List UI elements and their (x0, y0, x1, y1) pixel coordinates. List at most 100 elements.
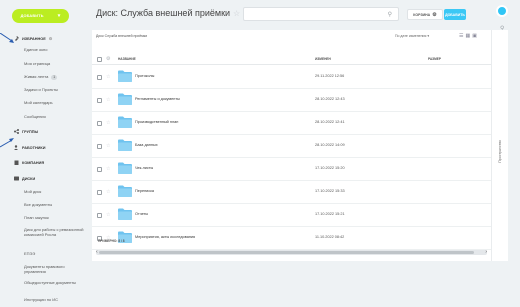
section-groups-label: ГРУППЫ (22, 129, 39, 134)
file-name[interactable]: Протоколы (135, 74, 154, 78)
folder-icon (118, 139, 132, 151)
sidebar-item-label: Живая лента (24, 74, 49, 79)
file-name[interactable]: Мероприятия, акты исследования (135, 235, 195, 239)
row-checkbox[interactable] (97, 98, 102, 103)
select-all-checkbox[interactable] (97, 57, 102, 62)
column-modified[interactable]: ИЗМЕНЕН (315, 57, 331, 61)
row-checkbox[interactable] (97, 213, 102, 218)
folder-icon (118, 162, 132, 174)
modified-date: 29.11.2022 12:56 (315, 74, 345, 78)
star-icon[interactable]: ☆ (106, 120, 110, 126)
section-disks[interactable]: ДИСКИ (14, 176, 35, 181)
star-icon[interactable]: ☆ (106, 74, 110, 80)
column-name[interactable]: НАЗВАНИЕ (118, 57, 136, 61)
star-icon[interactable]: ☆ (106, 97, 110, 103)
section-groups[interactable]: ГРУППЫ (14, 129, 38, 134)
sidebar-item-calendar[interactable]: Мой календарь (24, 100, 53, 105)
sidebar-item-live-feed[interactable]: Живая лента 1 (24, 74, 58, 80)
file-name[interactable]: Переписка (135, 189, 154, 193)
sidebar-item-procurement-plan[interactable]: План закупок (24, 215, 49, 220)
modified-date: 11.10.2022 08:42 (315, 235, 345, 239)
table-row[interactable]: ☆ Отчеты 17.10.2022 15:21 (92, 204, 491, 227)
sidebar-item-legal-docs[interactable]: Документы правового управления (24, 264, 80, 274)
chevron-down-icon: ▾ (57, 13, 61, 19)
row-checkbox[interactable] (97, 144, 102, 149)
star-icon[interactable]: ☆ (233, 9, 240, 18)
row-checkbox[interactable] (97, 75, 102, 80)
view-switcher[interactable]: ☰▦▣ (459, 33, 479, 39)
file-name[interactable]: База данных (135, 143, 158, 147)
folder-icon (118, 208, 132, 220)
scrollbar-thumb[interactable] (99, 251, 474, 254)
scroll-left-icon[interactable]: ‹ (96, 249, 98, 255)
section-company[interactable]: КОМПАНИЯ (14, 160, 44, 165)
row-checkbox[interactable] (97, 190, 102, 195)
side-panel-toggle[interactable]: Пространство (491, 30, 508, 261)
sidebar-item-messages[interactable]: Сообщения (24, 114, 46, 119)
star-icon[interactable]: ☆ (106, 166, 110, 172)
sidebar-item-is-instructions[interactable]: Инструкции по ИС (24, 297, 58, 302)
search-input[interactable]: ⚲ (243, 7, 399, 21)
building-icon (14, 160, 19, 165)
section-company-label: КОМПАНИЯ (22, 160, 45, 165)
table-row[interactable]: ☆ Регламенты и документы 28.10.2022 12:43 (92, 89, 491, 112)
settings-icon[interactable]: ⚙ (49, 36, 53, 41)
scroll-right-icon[interactable]: › (485, 249, 487, 255)
trash-button[interactable]: КОРЗИНА ⚙ (407, 9, 443, 20)
star-icon[interactable]: ☆ (106, 189, 110, 195)
total-count: ПРИМЕРНО: 8 / 8 (98, 239, 125, 243)
file-name[interactable]: Регламенты и документы (135, 97, 180, 101)
folder-icon (118, 116, 132, 128)
add-document-button[interactable]: ДОБАВИТЬ (444, 9, 466, 20)
star-icon[interactable]: ☆ (106, 212, 110, 218)
file-name[interactable]: Отчеты (135, 212, 148, 216)
page-title: Диск: Служба внешней приёмки ☆ (96, 8, 240, 18)
row-checkbox[interactable] (97, 167, 102, 172)
header-settings-icon[interactable]: ⚙ (106, 56, 110, 62)
sidebar-item-my-page[interactable]: Моя страница (24, 61, 50, 66)
sort-label: По дате изменения (395, 34, 427, 38)
file-name[interactable]: Чек-листы (135, 166, 153, 170)
modified-date: 28.10.2022 14:09 (315, 143, 345, 147)
star-icon[interactable]: ☆ (106, 143, 110, 149)
sidebar-item-single-window[interactable]: Единое окно (24, 47, 47, 52)
users-icon (14, 145, 19, 150)
table-row[interactable]: ☆ Переписка 17.10.2022 15:33 (92, 181, 491, 204)
table-row[interactable]: ☆ Чек-листы 17.10.2022 15:20 (92, 158, 491, 181)
tile-view-icon[interactable]: ▣ (472, 33, 479, 39)
table-header: ⚙ НАЗВАНИЕ ИЗМЕНЕН РАЗМЕР (92, 55, 491, 65)
add-button[interactable]: ДОБАВИТЬ ▾ (12, 9, 69, 23)
breadcrumb[interactable]: Диск Служба внешней приёмки (96, 34, 147, 38)
left-sidebar: ДОБАВИТЬ ▾ ИЗБРАННОЕ ⚙ Единое окно Моя с… (0, 0, 92, 307)
table-row[interactable]: ☆ Протоколы 29.11.2022 12:56 (92, 66, 491, 89)
search-icon[interactable]: ⚲ (388, 11, 392, 18)
share-icon (14, 129, 19, 134)
page-title-text: Диск: Служба внешней приёмки (96, 8, 231, 18)
counter-badge: 1 (51, 75, 58, 80)
column-size[interactable]: РАЗМЕР (428, 57, 441, 61)
file-list-panel: Диск Служба внешней приёмки По дате изме… (92, 30, 491, 261)
avatar[interactable] (496, 5, 508, 17)
sidebar-item-all-documents[interactable]: Все документы (24, 202, 52, 207)
section-favorites[interactable]: ИЗБРАННОЕ ⚙ (14, 36, 52, 41)
horizontal-scrollbar[interactable]: ‹ › (96, 249, 487, 255)
sort-dropdown[interactable]: По дате изменения ▾ (395, 34, 429, 38)
modified-date: 28.10.2022 12:43 (315, 97, 345, 101)
sidebar-item-epee[interactable]: ЕПЭЭ (24, 251, 35, 256)
gear-icon: ⚙ (432, 11, 437, 18)
disk-icon (14, 176, 19, 181)
section-employees[interactable]: РАБОТНИКИ (14, 145, 45, 150)
table-row[interactable]: ☆ Мероприятия, акты исследования 11.10.202… (92, 227, 491, 250)
table-row[interactable]: ☆ Производственный план 28.10.2022 12:41 (92, 112, 491, 135)
trash-button-label: КОРЗИНА (413, 12, 431, 17)
folder-icon (118, 185, 132, 197)
section-employees-label: РАБОТНИКИ (22, 145, 46, 150)
file-name[interactable]: Производственный план (135, 120, 178, 124)
sidebar-item-my-disk[interactable]: Мой диск (24, 189, 41, 194)
sidebar-item-public-docs[interactable]: Общедоступные документы (24, 280, 80, 285)
sidebar-item-audit-disk[interactable]: Диск для работы с ревизионной комиссией … (24, 227, 86, 237)
table-row[interactable]: ☆ База данных 28.10.2022 14:09 (92, 135, 491, 158)
row-checkbox[interactable] (97, 121, 102, 126)
folder-icon (118, 93, 132, 105)
sidebar-item-tasks[interactable]: Задачи и Проекты (24, 87, 58, 92)
